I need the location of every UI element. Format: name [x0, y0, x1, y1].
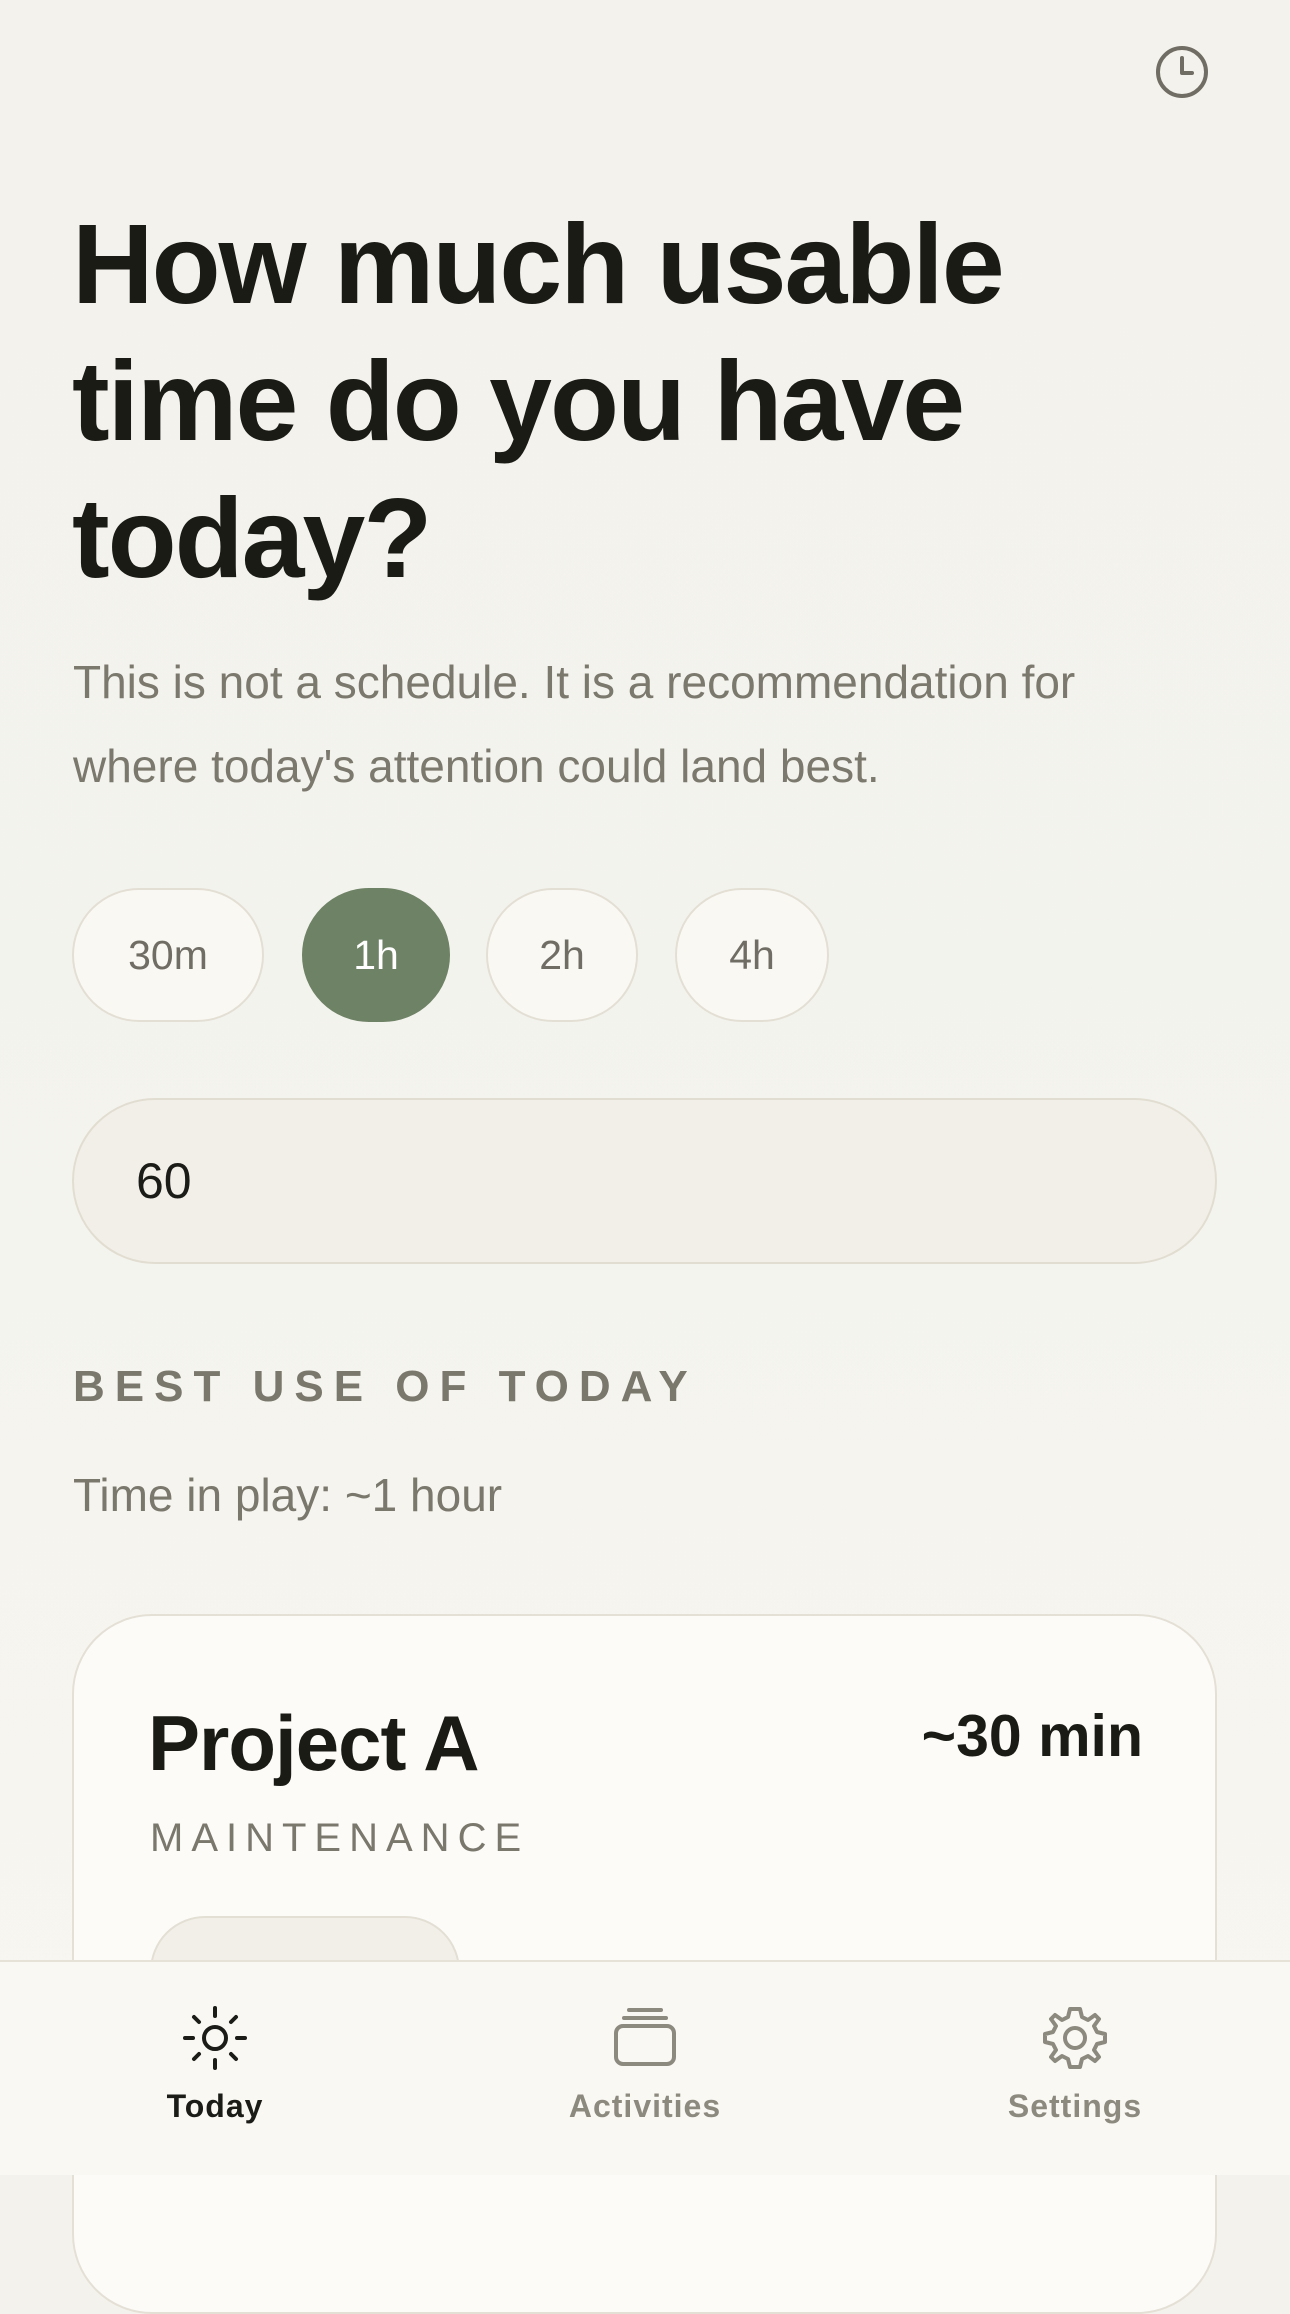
card-duration: ~30 min [921, 1703, 1143, 1769]
tab-activities[interactable]: Activities [525, 2002, 765, 2152]
section-label: BEST USE OF TODAY [73, 1362, 698, 1411]
page-title-line: time do you have [72, 338, 965, 464]
time-option-2h[interactable]: 2h [486, 888, 638, 1022]
sun-icon [179, 2002, 251, 2074]
time-option-30m[interactable]: 30m [72, 888, 264, 1022]
tab-settings[interactable]: Settings [955, 2002, 1195, 2152]
tab-label: Settings [1007, 2088, 1143, 2124]
tab-label: Today [166, 2088, 264, 2124]
time-option-4h[interactable]: 4h [675, 888, 829, 1022]
clock-icon [1156, 46, 1208, 98]
subtitle-line: where today's attention could land best. [73, 740, 880, 792]
minutes-input[interactable] [72, 1098, 1217, 1264]
card-category: MAINTENANCE [150, 1816, 530, 1860]
page-title-line: How much usable [72, 201, 1005, 327]
subtitle-line: This is not a schedule. It is a recommen… [73, 656, 1076, 708]
tab-label: Activities [568, 2088, 722, 2124]
stack-icon [609, 2002, 681, 2074]
tab-today[interactable]: Today [95, 2002, 335, 2152]
time-in-play: Time in play: ~1 hour [73, 1469, 503, 1521]
card-title: Project A [148, 1699, 480, 1787]
time-option-1h[interactable]: 1h [302, 888, 450, 1022]
gear-icon [1039, 2002, 1111, 2074]
page-subtitle: This is not a schedule. It is a recommen… [73, 640, 1223, 808]
page-title: How much usable time do you have today? [72, 196, 1202, 607]
tab-bar: Today Activities Settings [0, 1960, 1290, 2175]
history-button[interactable] [1152, 42, 1212, 102]
page-title-line: today? [72, 475, 432, 601]
